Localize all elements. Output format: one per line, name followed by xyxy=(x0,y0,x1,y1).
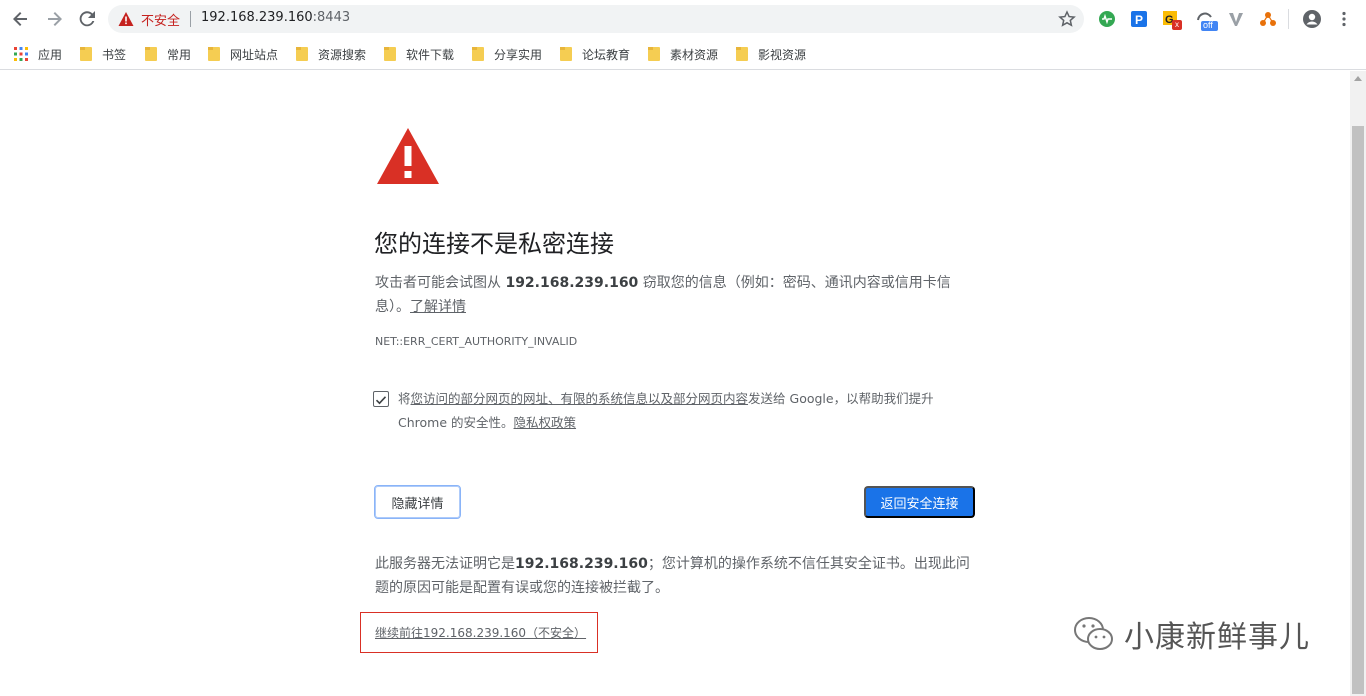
url-port: :8443 xyxy=(312,10,351,25)
bookmark-label: 书签 xyxy=(102,47,127,62)
bookmark-folder[interactable]: 软件下载 xyxy=(384,44,454,64)
address-bar[interactable]: 不安全 192.168.239.160:8443 xyxy=(108,5,1084,33)
folder-icon xyxy=(648,47,660,61)
bookmark-label: 论坛教育 xyxy=(582,47,631,62)
extension-green-icon[interactable] xyxy=(1098,10,1116,28)
folder-icon xyxy=(384,47,396,61)
url-host: 192.168.239.160 xyxy=(201,10,313,25)
menu-kebab-icon[interactable] xyxy=(1335,10,1353,28)
details-text: 此服务器无法证明它是 xyxy=(375,556,515,572)
details-message: 此服务器无法证明它是192.168.239.160；您计算机的操作系统不信任其安… xyxy=(375,552,975,600)
extension-off-icon[interactable]: off xyxy=(1195,8,1219,32)
watermark-text: 小康新鲜事儿 xyxy=(1124,620,1310,655)
reload-icon[interactable] xyxy=(75,7,99,31)
browser-toolbar: 不安全 192.168.239.160:8443 P G x off xyxy=(0,0,1366,38)
main-message-host: 192.168.239.160 xyxy=(505,275,639,291)
svg-text:P: P xyxy=(1135,13,1143,27)
bookmark-label: 素材资源 xyxy=(670,47,719,62)
large-warning-icon xyxy=(377,128,439,184)
main-message-text: 攻击者可能会试图从 xyxy=(375,275,506,291)
bookmark-apps-label: 应用 xyxy=(38,47,63,62)
bookmark-label: 分享实用 xyxy=(494,47,543,62)
bookmark-folder[interactable]: 网址站点 xyxy=(208,44,278,64)
proceed-unsafe-link[interactable]: 继续前往192.168.239.160（不安全） xyxy=(375,624,586,641)
bookmark-folder[interactable]: 书签 xyxy=(80,44,126,64)
folder-icon xyxy=(208,47,220,61)
bookmark-folder[interactable]: 常用 xyxy=(145,44,191,64)
back-to-safety-button[interactable]: 返回安全连接 xyxy=(864,486,975,518)
wechat-icon xyxy=(1074,617,1113,650)
send-report-label: 将您访问的部分网页的网址、有限的系统信息以及部分网页内容发送给 Google，以… xyxy=(398,387,978,435)
bookmark-label: 资源搜索 xyxy=(318,47,367,62)
extension-g-icon[interactable]: G x xyxy=(1162,10,1184,32)
folder-icon xyxy=(472,47,484,61)
folder-icon xyxy=(560,47,572,61)
extension-off-badge: off xyxy=(1203,20,1213,30)
bookmark-folder[interactable]: 影视资源 xyxy=(736,44,806,64)
bookmark-apps[interactable]: 应用 xyxy=(14,44,62,64)
security-status-label[interactable]: 不安全 xyxy=(141,10,180,29)
profile-avatar-icon[interactable] xyxy=(1302,9,1322,29)
privacy-policy-link[interactable]: 隐私权政策 xyxy=(514,415,577,430)
bookmark-folder[interactable]: 素材资源 xyxy=(648,44,718,64)
bookmark-folder[interactable]: 资源搜索 xyxy=(296,44,366,64)
folder-icon xyxy=(736,47,748,61)
bookmark-label: 影视资源 xyxy=(758,47,807,62)
details-host: 192.168.239.160 xyxy=(515,556,648,572)
main-message: 攻击者可能会试图从 192.168.239.160 窃取您的信息（例如：密码、通… xyxy=(375,271,975,319)
folder-icon xyxy=(296,47,308,61)
scroll-up-arrow-icon[interactable] xyxy=(1354,76,1362,81)
forward-arrow-icon[interactable] xyxy=(42,7,66,31)
bookmark-label: 常用 xyxy=(167,47,192,62)
vertical-scrollbar[interactable] xyxy=(1350,71,1366,696)
bookmarks-bar: 应用 书签 常用 网址站点 资源搜索 软件下载 分享实用 论坛教育 素材资源 影… xyxy=(0,38,1366,70)
hide-details-button[interactable]: 隐藏详情 xyxy=(374,485,461,519)
apps-grid-icon xyxy=(14,47,28,61)
bookmark-label: 软件下载 xyxy=(406,47,455,62)
extension-network-icon[interactable] xyxy=(1259,10,1277,28)
back-arrow-icon[interactable] xyxy=(9,7,33,31)
extension-v-icon[interactable] xyxy=(1227,10,1245,28)
bookmark-folder[interactable]: 论坛教育 xyxy=(560,44,630,64)
report-text: 将 xyxy=(398,391,411,406)
folder-icon xyxy=(145,47,157,61)
checkmark-icon xyxy=(375,396,387,405)
extension-g-badge: x xyxy=(1175,20,1179,29)
scrollbar-thumb[interactable] xyxy=(1352,126,1364,694)
warning-icon[interactable] xyxy=(118,11,134,27)
page-title: 您的连接不是私密连接 xyxy=(374,230,614,258)
bookmark-label: 网址站点 xyxy=(230,47,279,62)
folder-icon xyxy=(80,47,92,61)
url-text[interactable]: 192.168.239.160:8443 xyxy=(201,10,350,25)
learn-more-link[interactable]: 了解详情 xyxy=(410,299,466,315)
watermark: 小康新鲜事儿 xyxy=(1072,610,1310,658)
bookmark-folder[interactable]: 分享实用 xyxy=(472,44,542,64)
bookmark-star-icon[interactable] xyxy=(1058,10,1076,28)
report-details-link[interactable]: 您访问的部分网页的网址、有限的系统信息以及部分网页内容 xyxy=(411,391,749,406)
extension-p-icon[interactable]: P xyxy=(1130,10,1148,28)
toolbar-separator xyxy=(1288,9,1289,29)
send-report-checkbox[interactable] xyxy=(373,391,389,407)
omnibox-separator xyxy=(190,11,191,27)
error-code: NET::ERR_CERT_AUTHORITY_INVALID xyxy=(375,335,578,348)
